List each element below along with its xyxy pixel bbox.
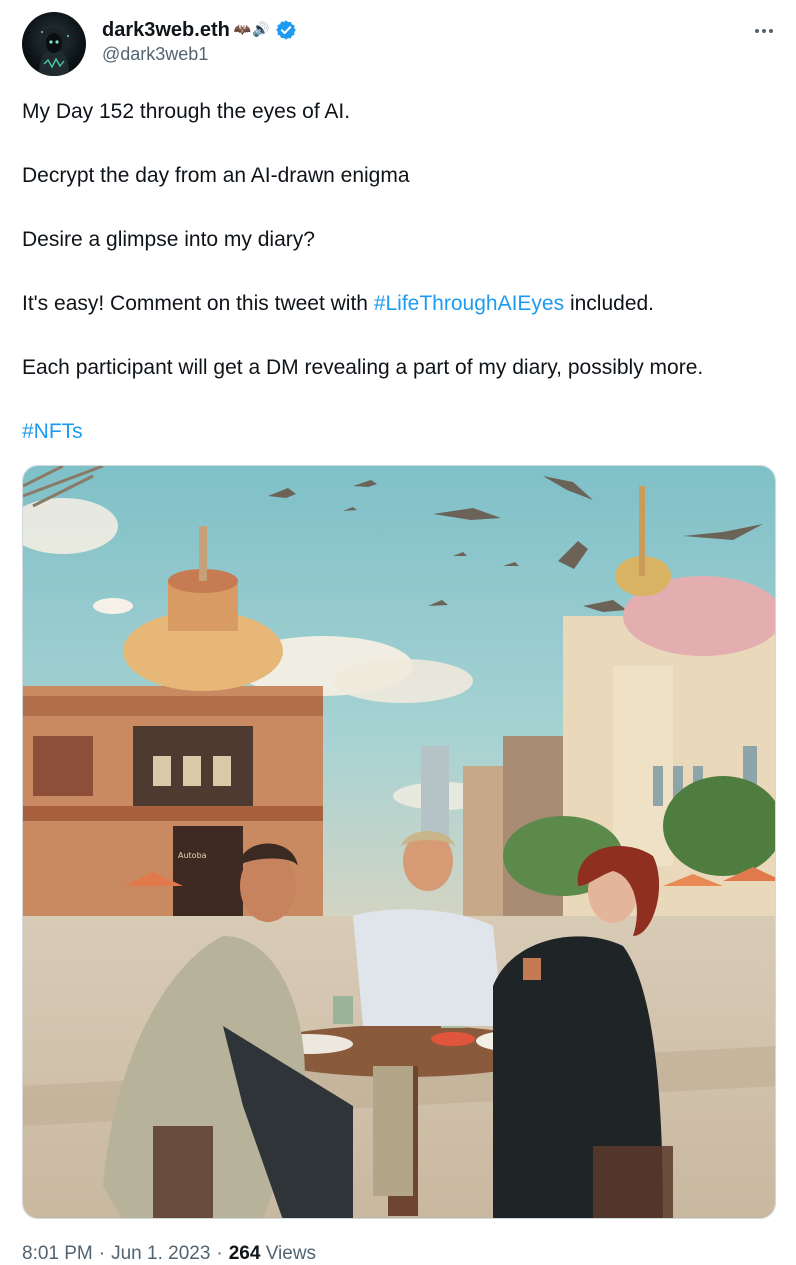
meta-separator: · xyxy=(216,1243,223,1264)
tweet: dark3web.eth 🦇🔊 @dark3web1 My Day 152 th… xyxy=(0,0,796,1264)
name-emoji: 🦇🔊 xyxy=(233,22,271,38)
tweet-line: Decrypt the day from an AI-drawn enigma xyxy=(22,164,410,187)
more-dot-icon xyxy=(762,29,766,33)
tweet-line: It's easy! Comment on this tweet with #L… xyxy=(22,290,782,318)
more-dot-icon xyxy=(755,29,759,33)
tweet-text: My Day 152 through the eyes of AI. Decry… xyxy=(22,98,782,482)
verified-badge-icon[interactable] xyxy=(275,19,297,41)
tweet-line: Each participant will get a DM revealing… xyxy=(22,356,704,379)
ai-cafe-street-scene-image: Autoba xyxy=(23,466,775,1218)
more-dot-icon xyxy=(769,29,773,33)
hooded-figure-icon xyxy=(39,27,69,76)
tweet-line: My Day 152 through the eyes of AI. xyxy=(22,100,351,123)
tweet-line: Desire a glimpse into my diary? xyxy=(22,228,315,251)
author-name-row: dark3web.eth 🦇🔊 xyxy=(102,17,297,43)
tweet-text-segment: It's easy! Comment on this tweet with xyxy=(22,292,374,315)
more-options-button[interactable] xyxy=(748,20,780,42)
author-handle[interactable]: @dark3web1 xyxy=(102,44,208,65)
display-name[interactable]: dark3web.eth xyxy=(102,19,230,42)
views-label: Views xyxy=(265,1243,317,1264)
views-count: 264 xyxy=(228,1243,261,1264)
tweet-date[interactable]: Jun 1. 2023 xyxy=(111,1243,210,1264)
hashtag-link[interactable]: #NFTs xyxy=(22,420,83,443)
tweet-media-image[interactable]: Autoba xyxy=(22,465,776,1219)
shop-sign-text: Autoba xyxy=(178,851,207,860)
meta-separator: · xyxy=(98,1243,106,1264)
avatar[interactable] xyxy=(22,12,86,76)
tweet-time[interactable]: 8:01 PM xyxy=(22,1243,93,1264)
hashtag-link[interactable]: #LifeThroughAIEyes xyxy=(374,292,564,315)
tweet-text-segment: included. xyxy=(564,292,655,315)
tweet-line: #NFTs xyxy=(22,418,782,446)
